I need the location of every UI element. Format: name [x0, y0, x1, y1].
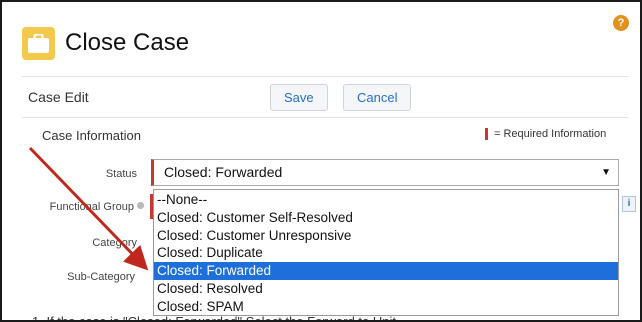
- status-dropdown-list: --None-- Closed: Customer Self-Resolved …: [153, 189, 619, 316]
- option-customer-unresponsive[interactable]: Closed: Customer Unresponsive: [154, 227, 618, 245]
- save-button[interactable]: Save: [270, 84, 328, 111]
- edit-title: Case Edit: [28, 89, 89, 105]
- option-duplicate[interactable]: Closed: Duplicate: [154, 244, 618, 262]
- option-none[interactable]: --None--: [154, 191, 618, 209]
- edit-toolbar: Case Edit Save Cancel: [22, 76, 628, 118]
- section-title: Case Information: [42, 128, 141, 143]
- info-button-icon[interactable]: i: [622, 196, 636, 212]
- required-legend-text: = Required Information: [494, 128, 607, 140]
- window: Close Case ? Case Edit Save Cancel Case …: [0, 0, 642, 322]
- option-forwarded[interactable]: Closed: Forwarded: [154, 262, 618, 280]
- required-marker: [485, 128, 488, 140]
- option-spam[interactable]: Closed: SPAM: [154, 298, 618, 316]
- cancel-button[interactable]: Cancel: [343, 84, 412, 111]
- option-resolved[interactable]: Closed: Resolved: [154, 280, 618, 298]
- category-label: Category: [92, 237, 137, 249]
- page-header: Close Case: [22, 18, 189, 68]
- option-customer-self-resolved[interactable]: Closed: Customer Self-Resolved: [154, 209, 618, 227]
- help-icon[interactable]: ?: [613, 15, 629, 31]
- functional-group-label-text: Functional Group: [49, 201, 134, 213]
- subcategory-label: Sub-Category: [67, 271, 135, 283]
- required-legend: = Required Information: [485, 128, 606, 140]
- footer-instruction: 1. If the case is "Closed: Forwarded" Se…: [32, 314, 396, 322]
- functional-group-label: Functional Group: [24, 201, 144, 213]
- info-icon: [137, 202, 144, 209]
- status-value: Closed: Forwarded: [164, 164, 283, 180]
- dropdown-arrow-icon: ▼: [601, 167, 611, 178]
- status-label: Status: [105, 168, 137, 180]
- page-title: Close Case: [65, 29, 190, 56]
- status-select[interactable]: Closed: Forwarded ▼: [151, 159, 619, 186]
- briefcase-icon: [22, 26, 55, 60]
